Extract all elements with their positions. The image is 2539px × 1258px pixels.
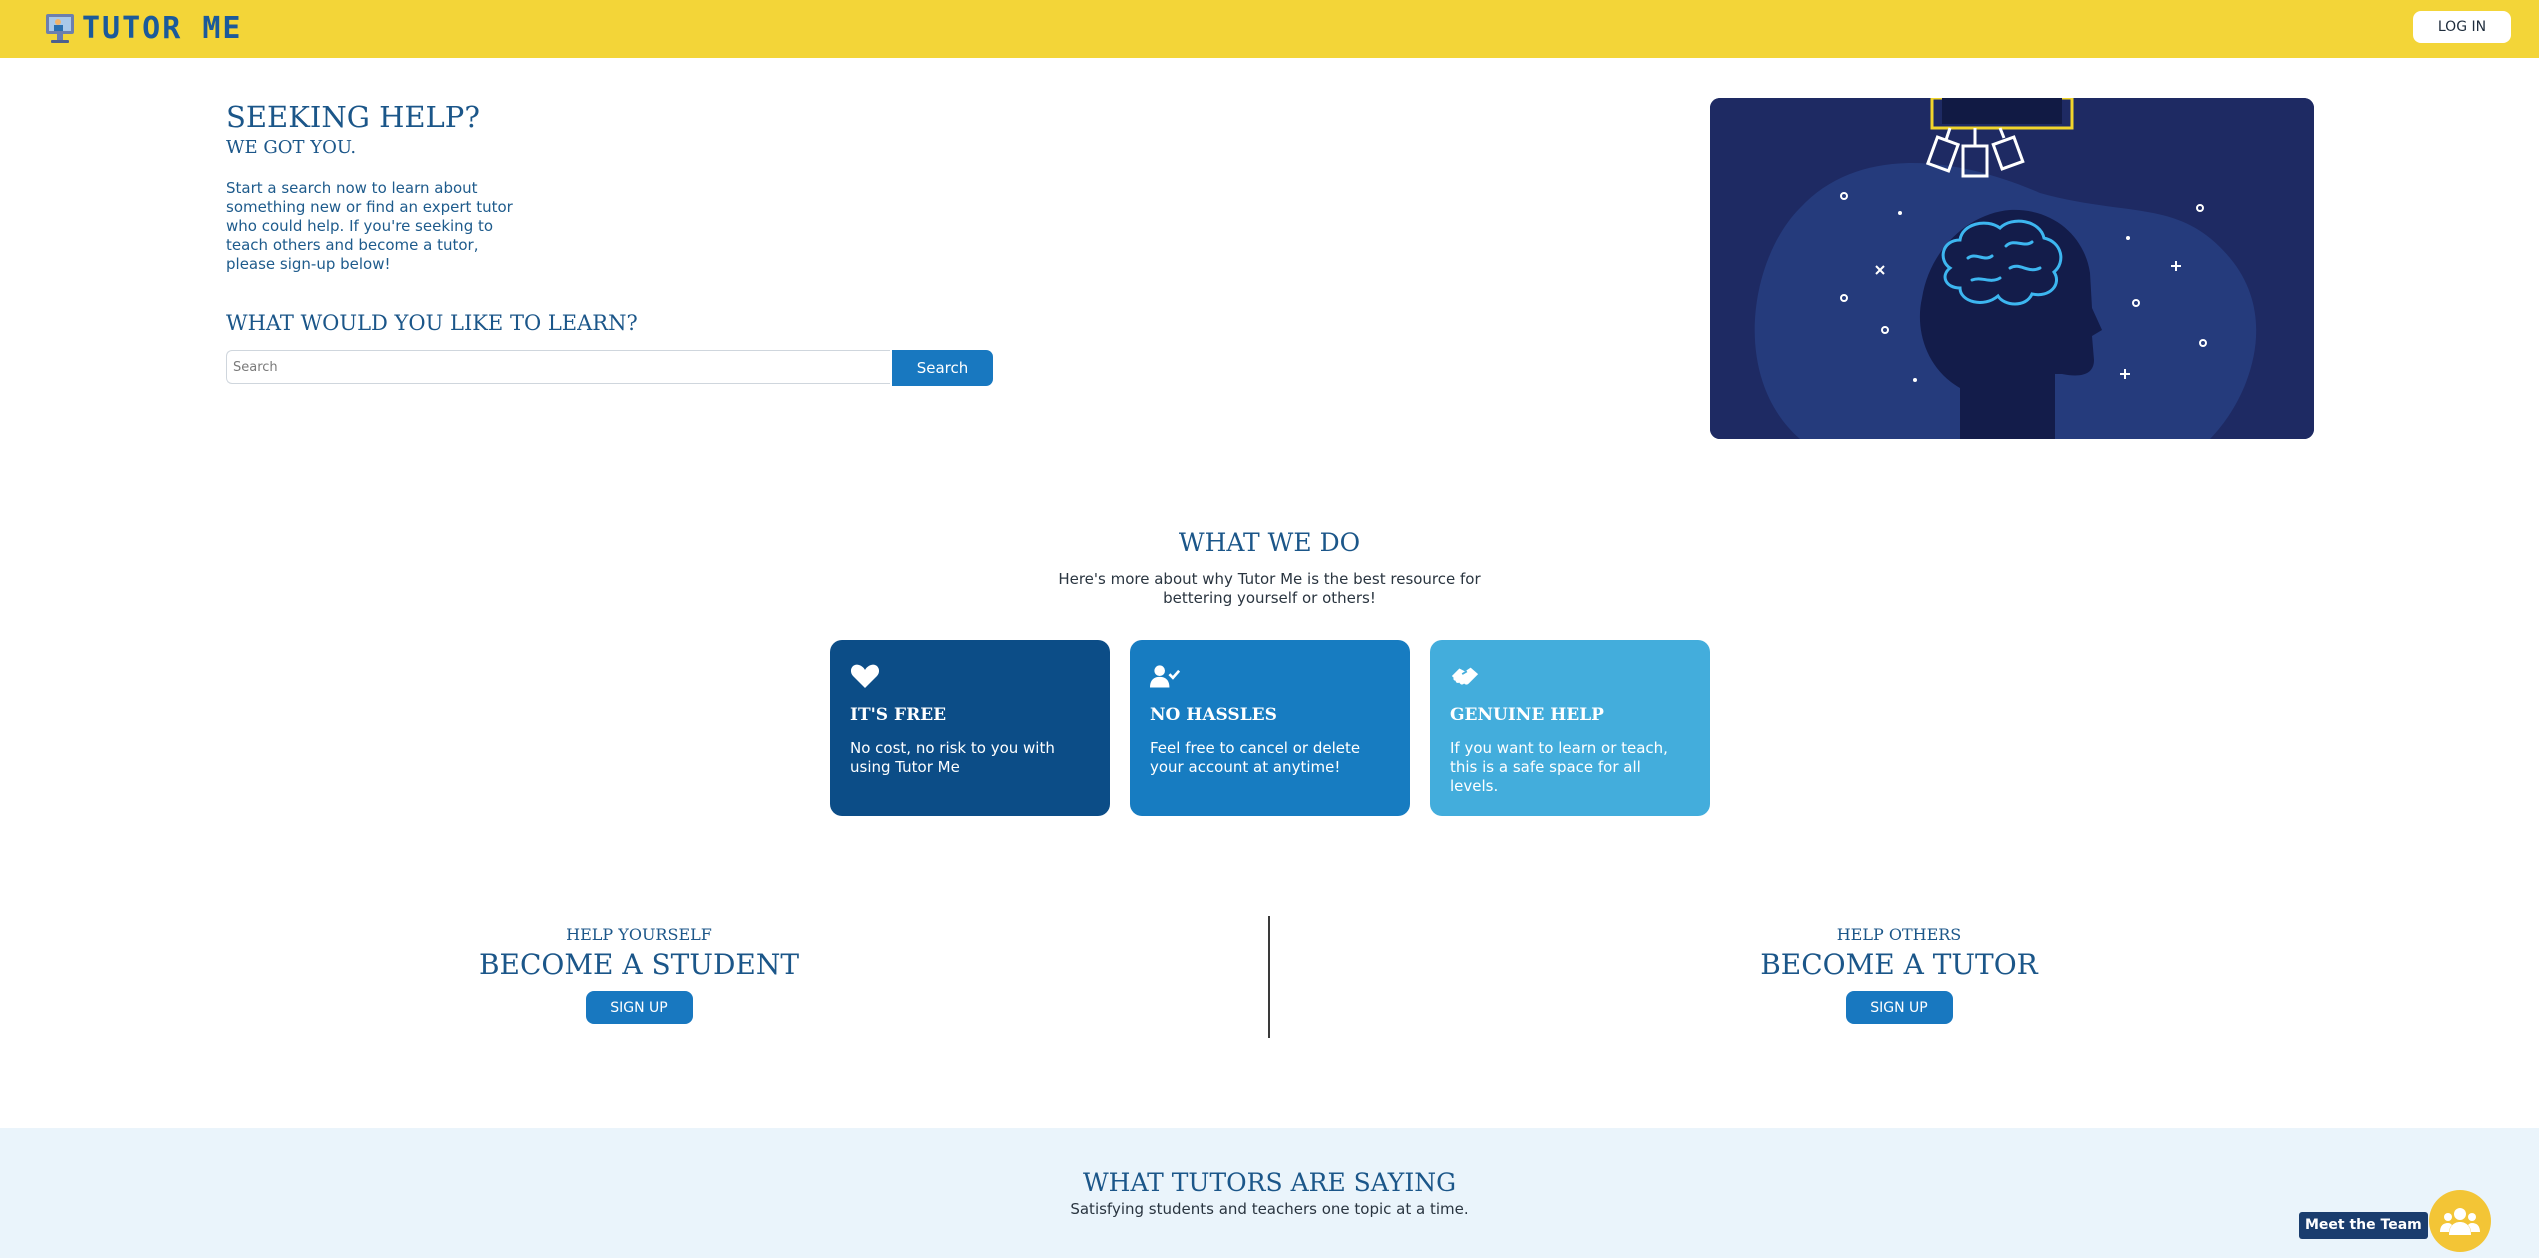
become-tutor-kicker: HELP OTHERS: [1836, 925, 1962, 944]
feature-card-genuine-help: GENUINE HELP If you want to learn or tea…: [1430, 640, 1710, 816]
card-text: No cost, no risk to you with using Tutor…: [850, 739, 1055, 776]
card-text: If you want to learn or teach, this is a…: [1450, 739, 1668, 795]
become-student-kicker: HELP YOURSELF: [566, 925, 712, 944]
what-we-do-title: WHAT WE DO: [1178, 528, 1361, 557]
what-we-do-description-line: bettering yourself or others!: [1163, 589, 1376, 607]
become-student-section: HELP YOURSELF BECOME A STUDENT SIGN UP: [389, 925, 889, 1024]
logo[interactable]: TUTOR ME: [44, 8, 243, 48]
search-button[interactable]: Search: [892, 350, 993, 386]
top-header: TUTOR ME LOG IN: [0, 0, 2539, 58]
become-tutor-section: HELP OTHERS BECOME A TUTOR SIGN UP: [1649, 925, 2149, 1024]
meet-team-label[interactable]: Meet the Team: [2299, 1212, 2428, 1239]
testimonials-description: Satisfying students and teachers one top…: [1070, 1200, 1469, 1218]
student-signup-button[interactable]: SIGN UP: [585, 991, 693, 1024]
what-we-do-description-line: Here's more about why Tutor Me is the be…: [1058, 570, 1481, 588]
what-we-do-description: Here's more about why Tutor Me is the be…: [0, 570, 2539, 608]
hero-subtitle: WE GOT YOU.: [226, 137, 357, 158]
heart-icon: [850, 664, 880, 688]
section-divider: [1268, 916, 1270, 1038]
handshake-icon: [1451, 667, 1479, 685]
users-icon: [2440, 1208, 2480, 1235]
feature-card-free: IT'S FREE No cost, no risk to you with u…: [830, 640, 1110, 816]
card-text: Feel free to cancel or delete your accou…: [1150, 739, 1361, 776]
brain-head-illustration: [1710, 98, 2314, 439]
computer-logo-icon: [46, 14, 74, 43]
card-title: IT'S FREE: [850, 705, 947, 725]
card-title: GENUINE HELP: [1450, 705, 1604, 725]
become-student-title: BECOME A STUDENT: [478, 948, 800, 981]
search-heading: WHAT WOULD YOU LIKE TO LEARN?: [226, 311, 638, 335]
logo-text: TUTOR ME: [82, 10, 243, 46]
testimonials-title: WHAT TUTORS ARE SAYING: [1082, 1168, 1457, 1197]
hero-title: SEEKING HELP?: [226, 100, 480, 134]
feature-card-no-hassles: NO HASSLES Feel free to cancel or delete…: [1130, 640, 1410, 816]
search-input[interactable]: [226, 350, 890, 384]
user-check-icon: [1150, 665, 1180, 688]
illustration-graphic: [1710, 98, 2314, 439]
tutor-signup-button[interactable]: SIGN UP: [1845, 991, 1953, 1024]
card-title: NO HASSLES: [1150, 705, 1277, 725]
become-tutor-title: BECOME A TUTOR: [1760, 948, 2038, 981]
hero-description: Start a search now to learn about someth…: [226, 179, 513, 273]
login-button[interactable]: LOG IN: [2413, 11, 2511, 43]
meet-team-button[interactable]: [2429, 1190, 2491, 1252]
